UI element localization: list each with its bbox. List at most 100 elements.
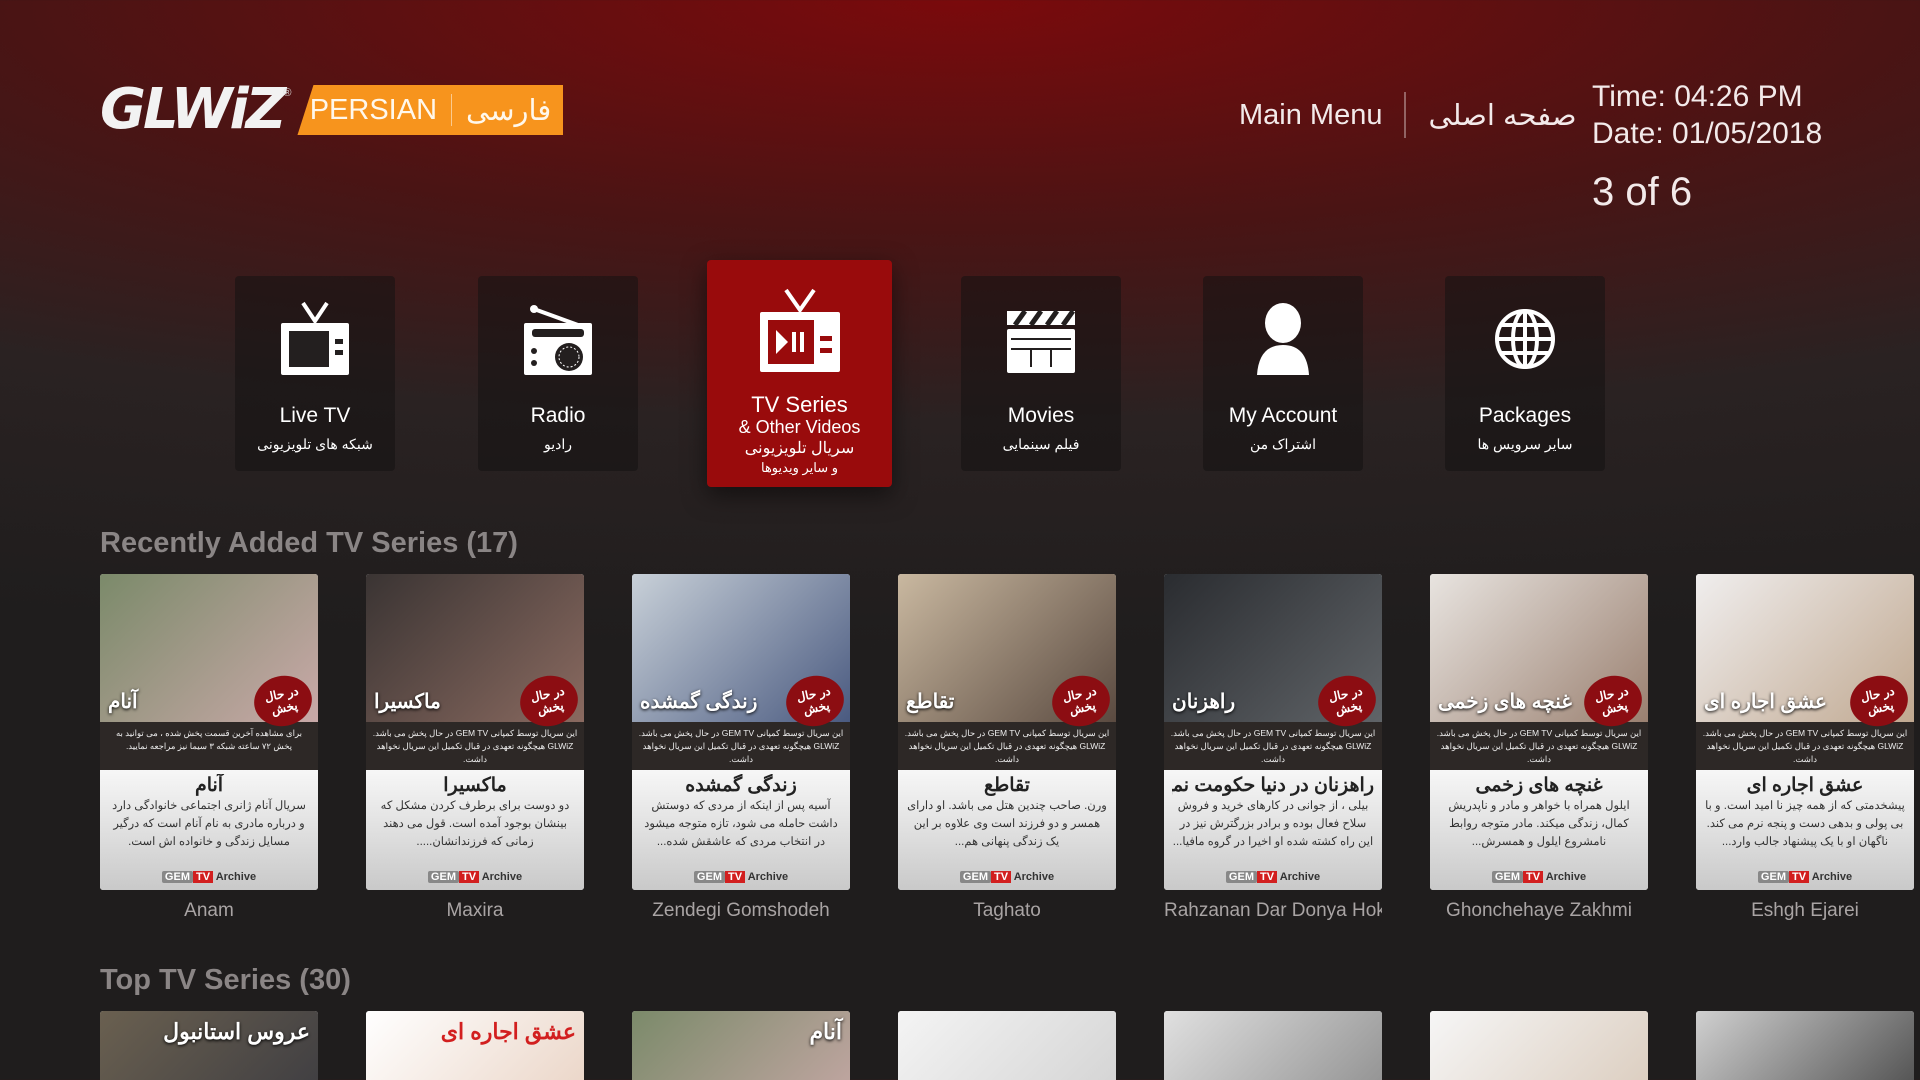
series-poster: غنچه های زخمی در حال پخش این سریال توسط … xyxy=(1430,574,1648,890)
poster-description: بیلی ، از جوانی در کارهای خرید و فروش سل… xyxy=(1172,800,1374,848)
series-card[interactable]: عشق اجاره ای در حال پخش این سریال توسط ک… xyxy=(1696,574,1914,922)
menu-tile-tv-series[interactable]: TV Series & Other Videos سریال تلویزیونی… xyxy=(707,260,892,487)
poster-title: غنچه های زخمی xyxy=(1438,691,1572,713)
poster-title: عشق اجاره ای xyxy=(1704,691,1827,713)
poster-info: راهزنان در دنیا حکومت نمیکنند بیلی ، از … xyxy=(1164,770,1382,890)
section-title-recent: Recently Added TV Series (17) xyxy=(100,527,518,559)
poster-info: ماکسیرا دو دوست برای برطرف کردن مشکل که … xyxy=(366,770,584,890)
glwiz-logo[interactable]: GLWiZ ® PERSIAN فارسی xyxy=(100,77,564,142)
poster-title: راهزنان xyxy=(1172,691,1236,713)
poster-image: آنام xyxy=(632,1011,850,1080)
divider xyxy=(451,94,453,126)
main-menu-en: Main Menu xyxy=(1239,98,1383,131)
series-card[interactable]: غنچه های زخمی در حال پخش این سریال توسط … xyxy=(1430,574,1648,922)
series-card[interactable] xyxy=(1696,1011,1914,1080)
poster-title: عشق اجاره ای xyxy=(440,1019,576,1044)
series-card[interactable]: زندگی گمشده در حال پخش این سریال توسط کم… xyxy=(632,574,850,922)
series-poster xyxy=(898,1011,1116,1080)
poster-image xyxy=(1164,1011,1382,1080)
language-en: PERSIAN xyxy=(309,93,438,126)
gem-tv-archive-logo: GEM TV Archive xyxy=(640,871,842,883)
divider xyxy=(1404,92,1407,138)
date-text: Date: 01/05/2018 xyxy=(1592,117,1823,150)
poster-description: آسیه پس از اینکه از مردی که دوستش داشت ح… xyxy=(644,800,838,848)
tile-label-en: Radio xyxy=(530,404,586,427)
poster-fa-title: زندگی گمشده xyxy=(685,775,797,796)
poster-image xyxy=(898,1011,1116,1080)
radio-icon xyxy=(478,301,638,381)
menu-tile-packages[interactable]: Packages سایر سرویس ها xyxy=(1445,276,1605,471)
tile-label-en-sub: & Other Videos xyxy=(738,417,861,437)
gem-tv-archive-logo: GEM TV Archive xyxy=(1704,871,1906,883)
poster-notice: این سریال توسط کمپانی GEM TV در حال پخش … xyxy=(366,722,584,770)
gem-tv-archive-logo: GEM TV Archive xyxy=(1172,871,1374,883)
poster-title: آنام xyxy=(809,1019,842,1044)
series-card[interactable] xyxy=(1164,1011,1382,1080)
series-label: Rahzanan Dar Donya Hokoomat Nemikonand xyxy=(1164,900,1382,921)
menu-tile-radio[interactable]: Radio رادیو xyxy=(478,276,638,471)
menu-tile-my-account[interactable]: My Account اشتراک من xyxy=(1203,276,1363,471)
poster-description: دو دوست برای برطرف کردن مشکل که بینشان ب… xyxy=(380,800,570,848)
series-poster: راهزنان در حال پخش این سریال توسط کمپانی… xyxy=(1164,574,1382,890)
poster-title: زندگی گمشده xyxy=(640,691,758,713)
series-card[interactable] xyxy=(898,1011,1116,1080)
poster-description: سریال آنام ژانری اجتماعی خانوادگی دارد و… xyxy=(112,800,306,848)
page-indicator: 3 of 6 xyxy=(1592,170,1693,214)
poster-image: عشق اجاره ای در حال پخش xyxy=(1696,574,1914,732)
poster-fa-title: عشق اجاره ای xyxy=(1746,775,1864,796)
poster-notice: برای مشاهده آخرین قسمت پخش شده ، می توان… xyxy=(100,722,318,770)
series-card[interactable]: ماکسیرا در حال پخش این سریال توسط کمپانی… xyxy=(366,574,584,922)
tile-label-fa-sub: و سایر ویدیوها xyxy=(760,460,839,475)
poster-description: ورن. صاحب چندین هتل می باشد. او دارای هم… xyxy=(907,800,1107,848)
tv-icon xyxy=(235,301,395,381)
gem-tv-archive-logo: GEM TV Archive xyxy=(108,871,310,883)
series-poster: ماکسیرا در حال پخش این سریال توسط کمپانی… xyxy=(366,574,584,890)
poster-fa-title: تقاطع xyxy=(984,775,1030,796)
tile-label-fa: اشتراک من xyxy=(1249,436,1317,452)
language-band: PERSIAN فارسی xyxy=(297,85,564,135)
poster-image: عشق اجاره ای xyxy=(366,1011,584,1080)
globe-icon xyxy=(1445,301,1605,381)
series-card[interactable]: تقاطع در حال پخش این سریال توسط کمپانی G… xyxy=(898,574,1116,922)
main-menu-button[interactable]: Main Menu صفحه اصلی xyxy=(1239,92,1577,138)
series-card[interactable] xyxy=(1430,1011,1648,1080)
logo-registered-mark: ® xyxy=(283,87,292,99)
series-card[interactable]: عروس استانبول xyxy=(100,1011,318,1080)
poster-title: آنام xyxy=(108,691,138,713)
gem-tv-archive-logo: GEM TV Archive xyxy=(906,871,1108,883)
poster-image: ماکسیرا در حال پخش xyxy=(366,574,584,732)
poster-description: پیشخدمتی که از همه چیز نا امید است. و با… xyxy=(1705,800,1905,848)
menu-tile-live-tv[interactable]: Live TV شبکه های تلویزیونی xyxy=(235,276,395,471)
tile-label-en: Live TV xyxy=(279,404,351,427)
poster-info: آنام سریال آنام ژانری اجتماعی خانوادگی د… xyxy=(100,770,318,890)
poster-info: عشق اجاره ای پیشخدمتی که از همه چیز نا ا… xyxy=(1696,770,1914,890)
poster-image: زندگی گمشده در حال پخش xyxy=(632,574,850,732)
tile-label-en: Packages xyxy=(1478,404,1572,427)
poster-notice: این سریال توسط کمپانی GEM TV در حال پخش … xyxy=(1164,722,1382,770)
series-label: Taghato xyxy=(973,900,1041,921)
clapperboard-icon xyxy=(961,301,1121,381)
top-series-row: عروس استانبول عشق اجاره ای آنام xyxy=(100,1011,1914,1080)
series-label: Eshgh Ejarei xyxy=(1751,900,1859,921)
series-poster xyxy=(1430,1011,1648,1080)
series-label: Ghonchehaye Zakhmi xyxy=(1446,900,1632,921)
poster-fa-title: راهزنان در دنیا حکومت نمیکنند xyxy=(1172,775,1374,796)
recent-series-row: آنام در حال پخش برای مشاهده آخرین قسمت پ… xyxy=(100,574,1914,922)
series-poster xyxy=(1696,1011,1914,1080)
section-title-top: Top TV Series (30) xyxy=(100,964,351,996)
tile-label-en: Movies xyxy=(1007,404,1075,427)
series-card[interactable]: راهزنان در حال پخش این سریال توسط کمپانی… xyxy=(1164,574,1382,922)
series-card[interactable]: آنام xyxy=(632,1011,850,1080)
logo-wordmark: GLWiZ xyxy=(100,77,286,142)
series-card[interactable]: آنام در حال پخش برای مشاهده آخرین قسمت پ… xyxy=(100,574,318,922)
poster-title: عروس استانبول xyxy=(163,1019,310,1044)
menu-tile-movies[interactable]: Movies فیلم سینمایی xyxy=(961,276,1121,471)
tile-label-en: My Account xyxy=(1228,404,1338,427)
poster-title: ماکسیرا xyxy=(374,691,441,713)
series-label: Maxira xyxy=(446,900,504,921)
series-poster: عشق اجاره ای در حال پخش این سریال توسط ک… xyxy=(1696,574,1914,890)
poster-image: تقاطع در حال پخش xyxy=(898,574,1116,732)
gem-tv-archive-logo: GEM TV Archive xyxy=(374,871,576,883)
series-card[interactable]: عشق اجاره ای xyxy=(366,1011,584,1080)
series-poster: آنام xyxy=(632,1011,850,1080)
